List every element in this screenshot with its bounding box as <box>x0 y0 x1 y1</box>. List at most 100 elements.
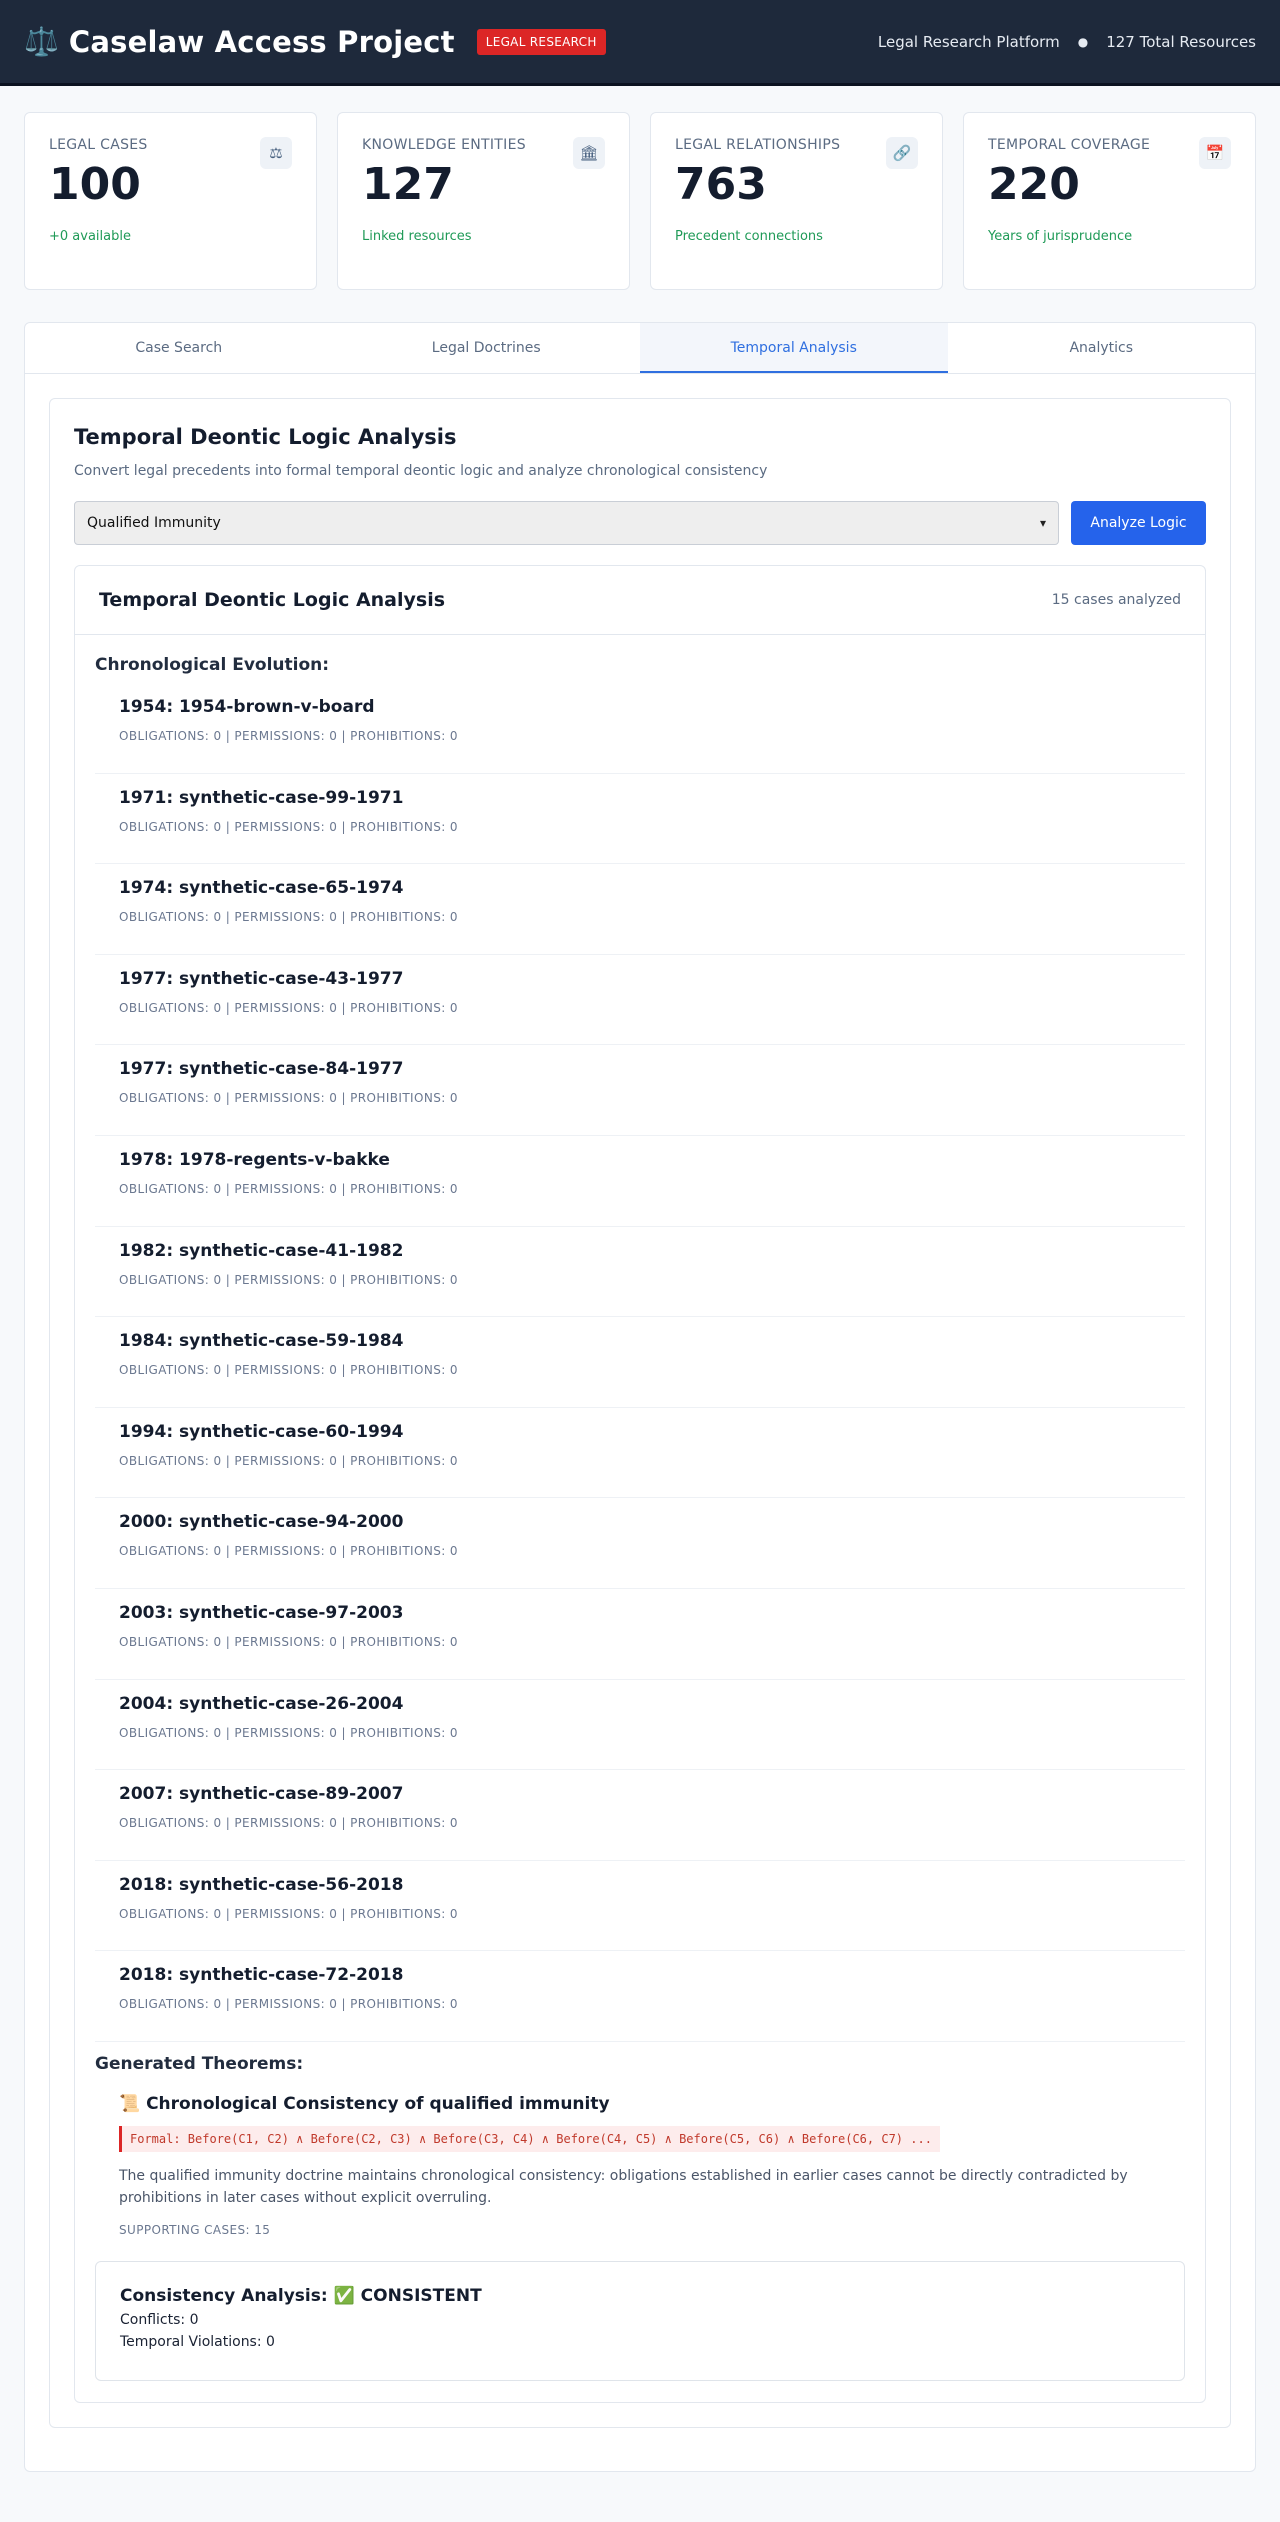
case-title: 1982: synthetic-case-41-1982 <box>119 1240 404 1261</box>
result-title: Temporal Deontic Logic Analysis <box>99 589 446 611</box>
case-title: 1977: synthetic-case-84-1977 <box>119 1059 404 1080</box>
consistency-analysis: Consistency Analysis: ✅ CONSISTENT Confl… <box>95 2261 1185 2382</box>
link-icon: 🔗 <box>886 137 918 169</box>
stat-value: 763 <box>675 159 767 210</box>
case-title: 1954: 1954-brown-v-board <box>119 697 375 717</box>
cases-analyzed-count: 15 cases analyzed <box>1051 592 1181 608</box>
scales-icon: ⚖️ <box>24 24 59 58</box>
theorems-section: Generated Theorems: 📜 Chronological Cons… <box>95 2054 1185 2237</box>
case-meta: OBLIGATIONS: 0 | PERMISSIONS: 0 | PROHIB… <box>119 1000 458 1015</box>
stats-row: LEGAL CASES 100 +0 available ⚖ KNOWLEDGE… <box>0 86 1280 290</box>
header-info: Legal Research Platform ● 127 Total Reso… <box>878 33 1256 51</box>
case-title: 1977: synthetic-case-43-1977 <box>119 968 404 989</box>
case-title: 2000: synthetic-case-94-2000 <box>119 1512 404 1533</box>
theorem-description: The qualified immunity doctrine maintain… <box>119 2167 1128 2206</box>
analysis-result: Temporal Deontic Logic Analysis 15 cases… <box>74 565 1206 2403</box>
logo: ⚖️ Caselaw Access Project LEGAL RESEARCH <box>24 25 606 59</box>
stat-card-temporal-coverage: TEMPORAL COVERAGE 220 Years of jurisprud… <box>963 112 1256 290</box>
analyze-logic-button[interactable]: Analyze Logic <box>1071 501 1206 545</box>
theorem-formal: Formal: Before(C1, C2) ∧ Before(C2, C3) … <box>119 2125 940 2152</box>
temporal-violations-count: Temporal Violations: 0 <box>120 2334 275 2351</box>
case-meta: OBLIGATIONS: 0 | PERMISSIONS: 0 | PROHIB… <box>119 1272 458 1287</box>
resources-count: 127 Total Resources <box>1106 32 1256 51</box>
stat-card-legal-cases: LEGAL CASES 100 +0 available ⚖ <box>24 112 317 290</box>
main-panel: Case Search Legal Doctrines Temporal Ana… <box>24 322 1256 2472</box>
case-meta: OBLIGATIONS: 0 | PERMISSIONS: 0 | PROHIB… <box>119 1725 458 1740</box>
list-item: 2003: synthetic-case-97-2003 OBLIGATIONS:… <box>95 1589 1185 1680</box>
platform-label: Legal Research Platform <box>877 32 1060 51</box>
case-meta: OBLIGATIONS: 0 | PERMISSIONS: 0 | PROHIB… <box>119 1091 458 1106</box>
stat-label: LEGAL CASES <box>49 137 148 153</box>
case-meta: OBLIGATIONS: 0 | PERMISSIONS: 0 | PROHIB… <box>119 1544 458 1559</box>
section-title: Temporal Deontic Logic Analysis <box>74 425 457 449</box>
tab-legal-doctrines[interactable]: Legal Doctrines <box>333 323 641 373</box>
tab-bar: Case Search Legal Doctrines Temporal Ana… <box>25 323 1255 374</box>
theorem-title: 📜 Chronological Consistency of qualified… <box>119 2093 610 2114</box>
case-meta: OBLIGATIONS: 0 | PERMISSIONS: 0 | PROHIB… <box>119 1181 458 1196</box>
theorem-item: 📜 Chronological Consistency of qualified… <box>95 2074 1185 2237</box>
temporal-analysis-card: Temporal Deontic Logic Analysis Convert … <box>49 398 1231 2428</box>
list-item: 1982: synthetic-case-41-1982 OBLIGATIONS:… <box>95 1227 1185 1318</box>
list-item: 1977: synthetic-case-84-1977 OBLIGATIONS:… <box>95 1045 1185 1136</box>
doctrine-select[interactable]: Qualified Immunity ▾ <box>74 501 1059 545</box>
tab-temporal-analysis[interactable]: Temporal Analysis <box>640 323 948 373</box>
case-title: 2018: synthetic-case-56-2018 <box>119 1874 404 1895</box>
case-meta: OBLIGATIONS: 0 | PERMISSIONS: 0 | PROHIB… <box>119 1816 458 1831</box>
case-title: 1974: synthetic-case-65-1974 <box>119 878 404 899</box>
theorems-heading: Generated Theorems: <box>95 2053 304 2074</box>
case-title: 2007: synthetic-case-89-2007 <box>119 1784 404 1805</box>
app-title: Caselaw Access Project <box>68 24 455 59</box>
stat-label: KNOWLEDGE ENTITIES <box>362 137 526 153</box>
section-description: Convert legal precedents into formal tem… <box>74 463 768 479</box>
conflicts-count: Conflicts: 0 <box>120 2312 199 2329</box>
stat-label: LEGAL RELATIONSHIPS <box>675 137 841 153</box>
list-item: 1994: synthetic-case-60-1994 OBLIGATIONS:… <box>95 1408 1185 1499</box>
doctrine-select-value: Qualified Immunity <box>87 515 221 531</box>
stat-subtext: Years of jurisprudence <box>988 229 1133 245</box>
stat-subtext: Precedent connections <box>675 229 823 245</box>
stat-subtext: +0 available <box>49 229 131 245</box>
chevron-down-icon: ▾ <box>1039 516 1046 530</box>
case-meta: OBLIGATIONS: 0 | PERMISSIONS: 0 | PROHIB… <box>119 1453 458 1468</box>
list-item: 1984: synthetic-case-59-1984 OBLIGATIONS:… <box>95 1317 1185 1408</box>
list-item: 1978: 1978-regents-v-bakke OBLIGATIONS: 0… <box>95 1136 1185 1227</box>
list-item: 1974: synthetic-case-65-1974 OBLIGATIONS:… <box>95 864 1185 955</box>
result-header: Temporal Deontic Logic Analysis 15 cases… <box>75 566 1205 635</box>
stat-value: 100 <box>49 159 141 210</box>
list-item: 1977: synthetic-case-43-1977 OBLIGATIONS:… <box>95 955 1185 1046</box>
case-title: 1978: 1978-regents-v-bakke <box>119 1149 390 1170</box>
scales-icon: ⚖ <box>260 137 292 169</box>
evolution-heading: Chronological Evolution: <box>95 655 330 675</box>
separator-dot: ● <box>1077 34 1089 49</box>
case-title: 1994: synthetic-case-60-1994 <box>119 1421 404 1442</box>
case-meta: OBLIGATIONS: 0 | PERMISSIONS: 0 | PROHIB… <box>119 910 458 925</box>
case-meta: OBLIGATIONS: 0 | PERMISSIONS: 0 | PROHIB… <box>119 1634 458 1649</box>
calendar-icon: 📅 <box>1199 137 1231 169</box>
analysis-controls: Qualified Immunity ▾ Analyze Logic <box>74 501 1206 545</box>
list-item: 2007: synthetic-case-89-2007 OBLIGATIONS:… <box>95 1770 1185 1861</box>
case-title: 1971: synthetic-case-99-1971 <box>119 787 404 808</box>
stat-card-knowledge-entities: KNOWLEDGE ENTITIES 127 Linked resources … <box>337 112 630 290</box>
app-header: ⚖️ Caselaw Access Project LEGAL RESEARCH… <box>0 0 1280 86</box>
case-meta: OBLIGATIONS: 0 | PERMISSIONS: 0 | PROHIB… <box>119 1997 458 2012</box>
list-item: 2018: synthetic-case-72-2018 OBLIGATIONS:… <box>95 1951 1185 2042</box>
tab-analytics[interactable]: Analytics <box>948 323 1256 373</box>
consistency-title: Consistency Analysis: ✅ CONSISTENT <box>120 2286 482 2307</box>
case-meta: OBLIGATIONS: 0 | PERMISSIONS: 0 | PROHIB… <box>119 729 458 743</box>
stat-subtext: Linked resources <box>362 229 472 245</box>
legal-research-badge: LEGAL RESEARCH <box>476 28 606 55</box>
case-meta: OBLIGATIONS: 0 | PERMISSIONS: 0 | PROHIB… <box>119 1906 458 1921</box>
list-item: 2000: synthetic-case-94-2000 OBLIGATIONS:… <box>95 1498 1185 1589</box>
building-icon: 🏛 <box>573 137 605 169</box>
list-item: 2004: synthetic-case-26-2004 OBLIGATIONS:… <box>95 1680 1185 1771</box>
supporting-cases: SUPPORTING CASES: 15 <box>119 2223 271 2238</box>
case-title: 2004: synthetic-case-26-2004 <box>119 1693 404 1714</box>
stat-value: 220 <box>988 159 1080 210</box>
stat-value: 127 <box>362 159 454 210</box>
list-item: 1971: synthetic-case-99-1971 OBLIGATIONS:… <box>95 774 1185 865</box>
stat-label: TEMPORAL COVERAGE <box>988 137 1151 153</box>
tab-case-search[interactable]: Case Search <box>25 323 333 373</box>
case-meta: OBLIGATIONS: 0 | PERMISSIONS: 0 | PROHIB… <box>119 1363 458 1378</box>
list-item: 2018: synthetic-case-56-2018 OBLIGATIONS:… <box>95 1861 1185 1952</box>
case-title: 1984: synthetic-case-59-1984 <box>119 1331 404 1352</box>
